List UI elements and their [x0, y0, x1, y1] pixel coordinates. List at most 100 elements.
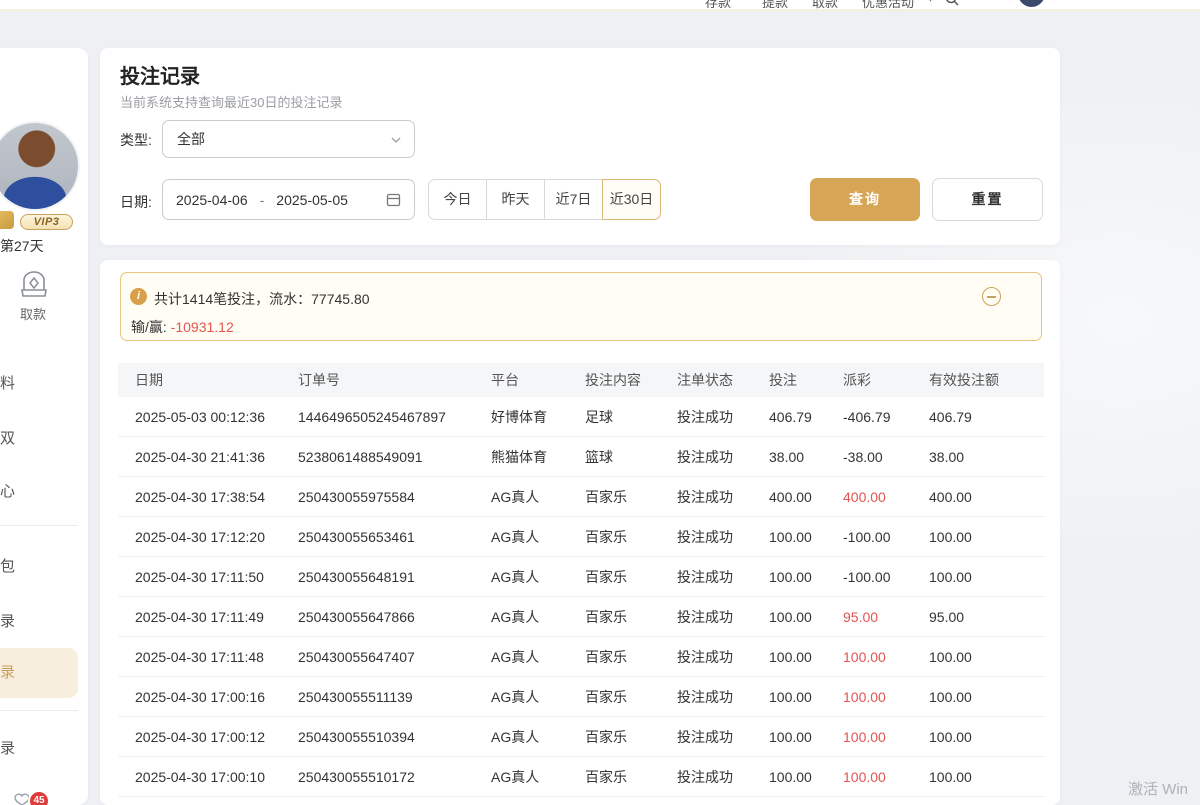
table-row: 2025-04-30 17:11:49250430055647866AG真人百家…: [118, 597, 1044, 637]
table-cell: 2025-04-30 17:00:12: [118, 729, 298, 745]
table-header-row: 日期订单号平台投注内容注单状态投注派彩有效投注额: [118, 363, 1044, 397]
collapse-icon[interactable]: [982, 287, 1001, 306]
membership-day-label: 第27天: [0, 236, 44, 256]
table-cell: 95.00: [929, 609, 1044, 625]
type-select-value: 全部: [177, 131, 205, 147]
type-filter-label: 类型:: [120, 130, 152, 150]
table-header-cell: 派彩: [843, 370, 929, 390]
table-header-cell: 订单号: [298, 370, 491, 390]
table-cell: 好博体育: [491, 407, 585, 427]
reset-button[interactable]: 重置: [932, 178, 1043, 221]
table-cell: 2025-04-30 17:12:20: [118, 529, 298, 545]
summary-winloss: 输/赢: -10931.12: [131, 317, 234, 337]
user-avatar[interactable]: [0, 121, 80, 211]
table-cell: 100.00: [769, 649, 843, 665]
info-icon: i: [130, 288, 147, 305]
table-cell: AG真人: [491, 527, 585, 547]
nav-item[interactable]: 存款: [705, 0, 731, 11]
table-cell: 100.00: [769, 529, 843, 545]
table-cell: AG真人: [491, 687, 585, 707]
table-cell: 400.00: [769, 489, 843, 505]
type-select[interactable]: 全部: [162, 120, 415, 158]
table-cell: 2025-04-30 17:00:16: [118, 689, 298, 705]
table-cell: 100.00: [843, 649, 929, 665]
chevron-down-icon: [390, 121, 402, 159]
sidebar-menu-item[interactable]: 录: [0, 648, 78, 698]
table-cell: 百家乐: [585, 487, 677, 507]
table-cell: 250430055975584: [298, 489, 491, 505]
table-cell: 100.00: [843, 689, 929, 705]
nav-item[interactable]: 取款: [812, 0, 838, 11]
table-cell: 38.00: [769, 449, 843, 465]
table-cell: 投注成功: [677, 447, 769, 467]
table-cell: 400.00: [929, 489, 1044, 505]
winloss-label: 输/赢:: [131, 319, 167, 335]
table-cell: 400.00: [843, 489, 929, 505]
table-cell: AG真人: [491, 767, 585, 787]
quick-range-button[interactable]: 昨天: [486, 179, 545, 220]
table-cell: 投注成功: [677, 687, 769, 707]
date-from-value: 2025-04-06: [176, 192, 248, 208]
table-cell: 投注成功: [677, 527, 769, 547]
table-cell: 投注成功: [677, 607, 769, 627]
top-nav-bar: 存款 提款 取款 优惠活动 ▾: [0, 0, 1200, 11]
sidebar-menu-item[interactable]: 录: [0, 737, 15, 758]
query-button[interactable]: 查询: [810, 178, 920, 221]
sidebar-menu-item[interactable]: 双: [0, 427, 15, 448]
windows-activation-watermark: 激活 Win: [1128, 778, 1188, 799]
quick-range-button[interactable]: 今日: [428, 179, 487, 220]
withdraw-label[interactable]: 取款: [20, 304, 46, 323]
nav-item[interactable]: 优惠活动: [862, 0, 914, 11]
page-title: 投注记录: [120, 60, 200, 89]
sidebar-menu-item[interactable]: 心: [0, 480, 15, 501]
table-cell: 100.00: [843, 769, 929, 785]
table-cell: 投注成功: [677, 647, 769, 667]
table-cell: 100.00: [769, 689, 843, 705]
table-cell: 投注成功: [677, 567, 769, 587]
vip-medal-icon: [0, 211, 14, 229]
table-row: 2025-04-30 17:00:12250430055510394AG真人百家…: [118, 717, 1044, 757]
table-cell: 百家乐: [585, 567, 677, 587]
sidebar-menu-item[interactable]: 录: [0, 610, 15, 631]
table-cell: 100.00: [929, 529, 1044, 545]
date-range-input[interactable]: 2025-04-06 - 2025-05-05: [162, 179, 415, 220]
table-row: 2025-04-30 17:00:10250430055510172AG真人百家…: [118, 757, 1044, 797]
table-cell: AG真人: [491, 727, 585, 747]
table-cell: 百家乐: [585, 767, 677, 787]
table-cell: 406.79: [929, 409, 1044, 425]
table-cell: AG真人: [491, 607, 585, 627]
sidebar-menu-item[interactable]: 料: [0, 372, 15, 393]
withdraw-icon[interactable]: [18, 270, 50, 300]
bet-record-table-panel: i 共计1414笔投注，流水：77745.80 输/赢: -10931.12 日…: [100, 260, 1060, 805]
table-row: 2025-05-03 00:12:361446496505245467897好博…: [118, 397, 1044, 437]
table-cell: 250430055511139: [298, 689, 491, 705]
table-cell: 足球: [585, 407, 677, 427]
table-cell: 篮球: [585, 447, 677, 467]
search-icon[interactable]: [944, 0, 960, 7]
table-cell: 熊猫体育: [491, 447, 585, 467]
summary-totals: 共计1414笔投注，流水：77745.80: [154, 289, 370, 309]
table-cell: 百家乐: [585, 727, 677, 747]
vip-badge: VIP3: [20, 214, 73, 230]
user-avatar-small[interactable]: [1018, 0, 1045, 7]
chevron-down-icon: ▾: [928, 0, 933, 5]
sidebar-divider: [0, 710, 78, 711]
table-cell: 250430055647407: [298, 649, 491, 665]
table-cell: 100.00: [929, 769, 1044, 785]
table-cell: 投注成功: [677, 727, 769, 747]
quick-range-button[interactable]: 近30日: [602, 179, 661, 220]
table-cell: -100.00: [843, 569, 929, 585]
table-cell: 100.00: [769, 609, 843, 625]
nav-item[interactable]: 提款: [762, 0, 788, 11]
table-body: 2025-05-03 00:12:361446496505245467897好博…: [118, 397, 1044, 797]
table-cell: -100.00: [843, 529, 929, 545]
table-cell: AG真人: [491, 647, 585, 667]
table-cell: 2025-04-30 17:11:50: [118, 569, 298, 585]
quick-range-button[interactable]: 近7日: [544, 179, 603, 220]
table-header-cell: 有效投注额: [929, 370, 1044, 390]
sidebar-menu-item[interactable]: 包: [0, 555, 15, 576]
table-cell: 250430055510394: [298, 729, 491, 745]
notification-badge: 45: [30, 792, 48, 805]
calendar-icon[interactable]: [386, 192, 401, 207]
sidebar: VIP3 第27天 取款 料双心包录录录 45: [0, 48, 88, 805]
